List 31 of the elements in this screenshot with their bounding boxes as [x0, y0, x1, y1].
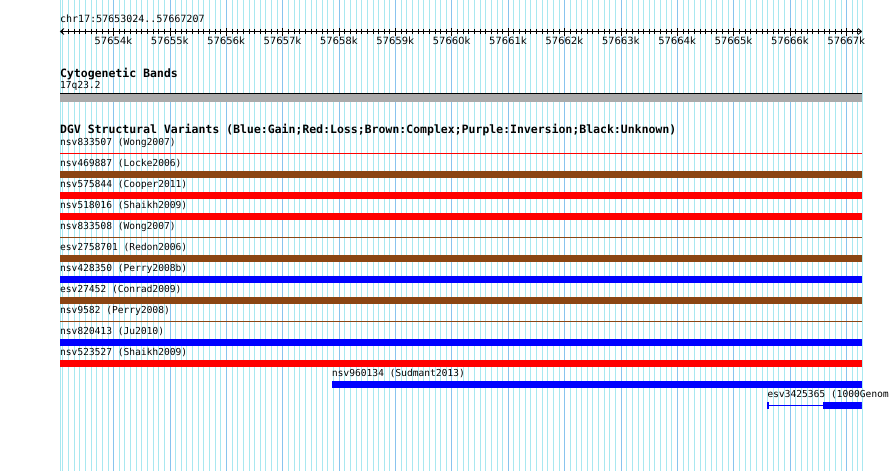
- ruler-label: 57658k: [320, 36, 358, 47]
- variant-label: nsv575844 (Cooper2011): [60, 178, 188, 192]
- ruler-label: 57667k: [827, 36, 865, 47]
- ruler-label: 57664k: [658, 36, 696, 47]
- variant-label: nsv960134 (Sudmant2013): [332, 367, 465, 381]
- ruler-label: 57657k: [264, 36, 302, 47]
- variant-label: nsv833508 (Wong2007): [60, 220, 176, 234]
- ruler-label: 57654k: [94, 36, 132, 47]
- ruler-label: 57660k: [432, 36, 470, 47]
- variant-label: nsv820413 (Ju2010): [60, 325, 164, 339]
- variant-label: esv27452 (Conrad2009): [60, 283, 182, 297]
- track-title: Cytogenetic Bands: [60, 66, 179, 80]
- variant-label: nsv518016 (Shaikh2009): [60, 199, 188, 213]
- variant-label: nsv469887 (Locke2006): [60, 157, 182, 171]
- variant-label: nsv523527 (Shaikh2009): [60, 346, 188, 360]
- variant-label: nsv428350 (Perry2008b): [60, 262, 188, 276]
- ruler-label: 57659k: [376, 36, 414, 47]
- ruler-label: 57665k: [714, 36, 752, 47]
- variant-label: nsv833507 (Wong2007): [60, 136, 176, 150]
- ruler-label: 57666k: [770, 36, 809, 47]
- variant-label: esv3425365 (1000Genom: [767, 388, 889, 402]
- track-title: DGV Structural Variants (Blue:Gain;Red:Loss;Brown:Complex;Purple:Inversion;Black:Unknown): [60, 122, 678, 136]
- region-location: chr17:57653024..57667207: [60, 14, 206, 26]
- ruler-label: 57663k: [602, 36, 640, 47]
- ruler-label: 57662k: [545, 36, 584, 47]
- ruler-label: 57656k: [207, 36, 245, 47]
- ruler-label: 57661k: [489, 36, 527, 47]
- ruler-label: 57655k: [150, 36, 188, 47]
- band-label: 17q23.2: [60, 80, 100, 92]
- variant-label: esv2758701 (Redon2006): [60, 241, 188, 255]
- variant-label: nsv9582 (Perry2008): [60, 304, 170, 318]
